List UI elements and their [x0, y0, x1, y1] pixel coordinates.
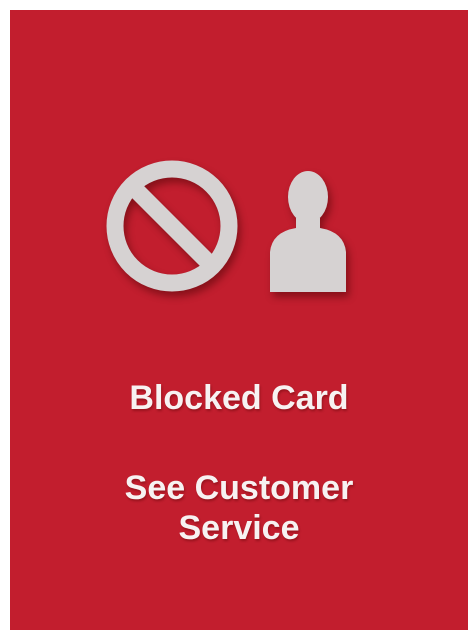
blocked-card-screen: Blocked Card See Customer Service: [10, 10, 468, 630]
blocked-card-title: Blocked Card: [129, 379, 349, 417]
customer-service-line-2: Service: [178, 509, 300, 547]
prohibited-icon: [104, 158, 240, 294]
person-icon: [266, 168, 350, 292]
customer-service-line-1: See Customer: [124, 469, 354, 507]
customer-service-message: See Customer Service: [10, 468, 468, 548]
